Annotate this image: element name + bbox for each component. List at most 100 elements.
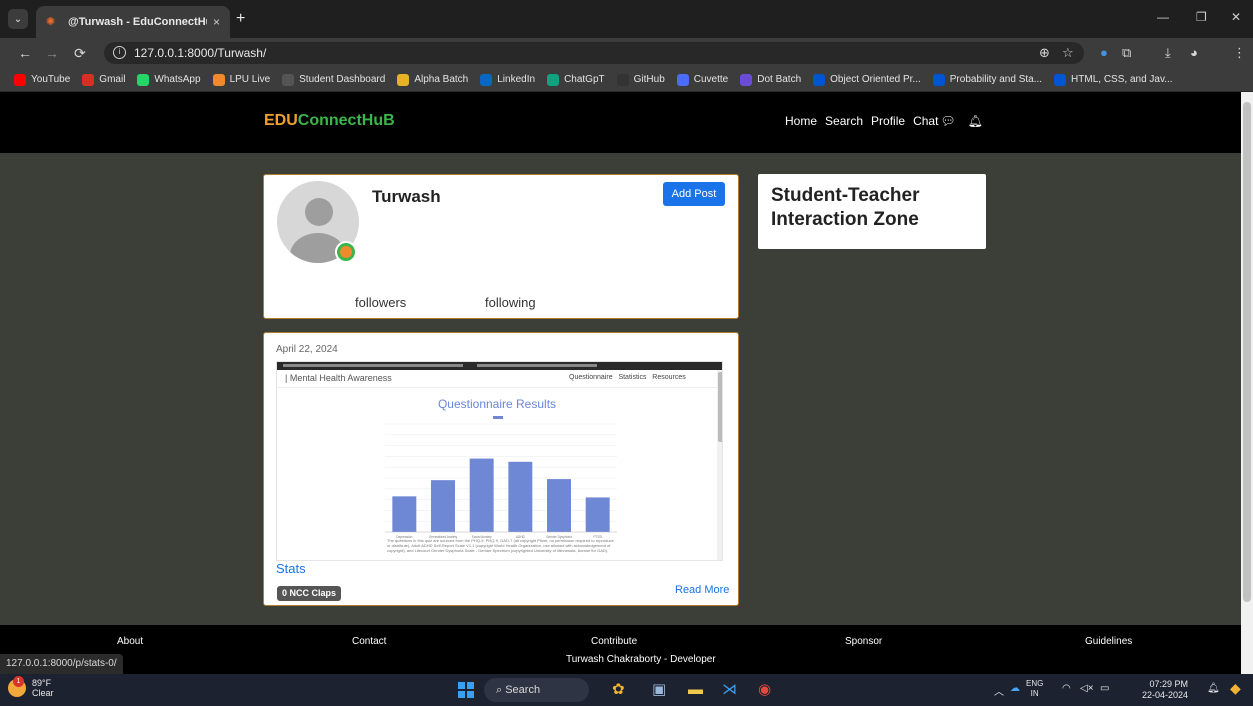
- bookmark-item[interactable]: YouTube: [14, 73, 70, 86]
- footer-about[interactable]: About: [117, 636, 143, 647]
- task-view-icon[interactable]: ▣: [652, 681, 666, 699]
- address-url[interactable]: 127.0.0.1:8000/Turwash/: [134, 46, 266, 60]
- weather-widget[interactable]: 1 89°F Clear: [8, 676, 54, 698]
- bookmark-item[interactable]: GitHub: [616, 73, 665, 86]
- profile-avatar-icon[interactable]: ◕: [1190, 45, 1198, 60]
- system-clock[interactable]: 07:29 PM 22-04-2024: [1142, 679, 1188, 701]
- footer-contact[interactable]: Contact: [352, 636, 386, 647]
- footer-guidelines[interactable]: Guidelines: [1085, 636, 1132, 647]
- lpu-icon: [212, 73, 225, 86]
- zoom-icon[interactable]: ⊕: [1039, 45, 1050, 61]
- dot-icon: [740, 73, 753, 86]
- weather-condition: Clear: [32, 688, 54, 698]
- footer-sponsor[interactable]: Sponsor: [845, 636, 882, 647]
- chart-bar: [469, 458, 494, 532]
- read-more-link[interactable]: Read More: [675, 584, 729, 596]
- bookmark-item[interactable]: ChatGpT: [547, 73, 605, 86]
- battery-icon[interactable]: ▭: [1100, 683, 1109, 694]
- post-image[interactable]: | Mental Health Awareness Questionnaire …: [276, 361, 723, 561]
- coursera-icon: [932, 73, 945, 86]
- vscode-icon[interactable]: ⋊: [722, 681, 737, 699]
- tab-title: @Turwash - EduConnectHub: [68, 16, 207, 28]
- extensions-puzzle-icon[interactable]: ⧉: [1122, 45, 1131, 61]
- nav-search[interactable]: Search: [825, 114, 863, 128]
- logo-rest: ConnectHuB: [297, 112, 395, 129]
- tab-close-icon[interactable]: ×: [213, 15, 220, 29]
- volume-icon[interactable]: ◁×: [1080, 683, 1094, 694]
- file-explorer-icon[interactable]: ▬: [688, 681, 703, 699]
- followers-link[interactable]: followers: [355, 295, 406, 310]
- bookmark-star-icon[interactable]: ☆: [1062, 45, 1074, 61]
- language-indicator[interactable]: ENG IN: [1026, 679, 1043, 699]
- post-title[interactable]: Stats: [276, 561, 306, 576]
- following-link[interactable]: following: [485, 295, 536, 310]
- wifi-icon[interactable]: ◠: [1062, 683, 1071, 694]
- bookmark-item[interactable]: Probability and Sta...: [932, 73, 1042, 86]
- nav-home[interactable]: Home: [785, 114, 817, 128]
- bell-icon[interactable]: 🔔︎: [968, 114, 983, 128]
- site-footer: About Contact Contribute Sponsor Guideli…: [0, 625, 1241, 674]
- bookmark-item[interactable]: LPU Live: [212, 73, 270, 86]
- windows-taskbar: 1 89°F Clear ⌕ Search ✿ ▣ ▬ ⋊ ◉ ︿ ☁ ENG I…: [0, 674, 1253, 706]
- chart-bar: [392, 496, 417, 532]
- onedrive-icon[interactable]: ☁: [1010, 683, 1020, 694]
- address-bar[interactable]: i 127.0.0.1:8000/Turwash/ ⊕ ☆: [104, 42, 1084, 64]
- windows-start-icon[interactable]: [458, 682, 474, 698]
- avatar-badge-icon: [335, 241, 357, 263]
- post-card: April 22, 2024 | Mental Health Awareness…: [263, 332, 739, 606]
- bookmark-item[interactable]: Student Dashboard: [282, 73, 385, 86]
- minimize-icon[interactable]: —: [1157, 10, 1169, 24]
- profile-card: Turwash Add Post followers following: [263, 174, 739, 319]
- menu-kebab-icon[interactable]: ⋮: [1233, 45, 1246, 61]
- site-logo[interactable]: EDUConnectHuB: [264, 112, 395, 130]
- reload-icon[interactable]: ⟳: [74, 45, 86, 61]
- post-date: April 22, 2024: [276, 344, 338, 355]
- profile-username: Turwash: [372, 187, 441, 206]
- bookmark-item[interactable]: WhatsApp: [137, 73, 201, 86]
- chat-bubble-icon[interactable]: 💬︎: [940, 114, 955, 128]
- interaction-zone-card[interactable]: Student-Teacher Interaction Zone: [758, 174, 986, 249]
- chrome-icon[interactable]: ◉: [758, 681, 771, 699]
- browser-tab-bar: ⌄ ✺ @Turwash - EduConnectHub × + — ❐ ✕: [0, 0, 1253, 38]
- post-image-heading: Questionnaire Results: [437, 397, 557, 411]
- widgets-icon[interactable]: ✿: [612, 681, 625, 699]
- nav-links: Home Search Profile Chat 💬︎ 🔔︎: [785, 114, 991, 128]
- bookmark-item[interactable]: Cuvette: [676, 73, 728, 86]
- forward-icon[interactable]: →: [45, 45, 59, 61]
- site-favicon-icon: ✺: [46, 16, 56, 28]
- bookmark-item[interactable]: Alpha Batch: [397, 73, 468, 86]
- page-viewport: EDUConnectHuB Home Search Profile Chat 💬…: [0, 92, 1241, 674]
- bookmark-item[interactable]: Dot Batch: [740, 73, 801, 86]
- alpha-icon: [397, 73, 410, 86]
- taskbar-search[interactable]: ⌕ Search: [484, 678, 589, 702]
- nav-chat[interactable]: Chat: [913, 114, 938, 128]
- github-icon: [616, 73, 629, 86]
- claps-badge: 0 NCC Claps: [277, 586, 342, 601]
- bookmark-item[interactable]: Object Oriented Pr...: [813, 73, 921, 86]
- nav-profile[interactable]: Profile: [871, 114, 905, 128]
- bookmark-item[interactable]: Gmail: [82, 73, 125, 86]
- download-icon[interactable]: ⤓: [1165, 45, 1171, 61]
- close-window-icon[interactable]: ✕: [1231, 10, 1241, 24]
- restore-icon[interactable]: ❐: [1196, 10, 1207, 24]
- chatgpt-icon: [547, 73, 560, 86]
- browser-tab[interactable]: ✺ @Turwash - EduConnectHub ×: [36, 6, 230, 38]
- bookmark-item[interactable]: HTML, CSS, and Jav...: [1054, 73, 1173, 86]
- bookmark-item[interactable]: LinkedIn: [480, 73, 535, 86]
- questionnaire-bar-chart: Depression Generalized Anxiety Social Anxi…: [385, 416, 617, 539]
- copilot-icon[interactable]: ◆: [1230, 680, 1241, 697]
- chart-legend-swatch: [493, 416, 503, 419]
- site-info-icon[interactable]: i: [113, 46, 126, 59]
- tray-chevron-icon[interactable]: ︿: [994, 683, 1004, 698]
- post-image-note: The questions in this quiz are sourced f…: [387, 538, 614, 553]
- extension-icon[interactable]: ●: [1100, 45, 1108, 60]
- page-scrollbar[interactable]: [1241, 92, 1253, 674]
- add-post-button[interactable]: Add Post: [663, 182, 725, 206]
- footer-developer: Turwash Chakraborty - Developer: [566, 654, 716, 665]
- site-navbar: EDUConnectHuB Home Search Profile Chat 💬…: [0, 92, 1241, 153]
- tab-search-button[interactable]: ⌄: [8, 9, 28, 29]
- back-icon[interactable]: ←: [18, 45, 32, 61]
- new-tab-button[interactable]: +: [236, 10, 245, 28]
- notification-bell-icon[interactable]: 🔔︎: [1207, 683, 1220, 694]
- footer-contribute[interactable]: Contribute: [591, 636, 637, 647]
